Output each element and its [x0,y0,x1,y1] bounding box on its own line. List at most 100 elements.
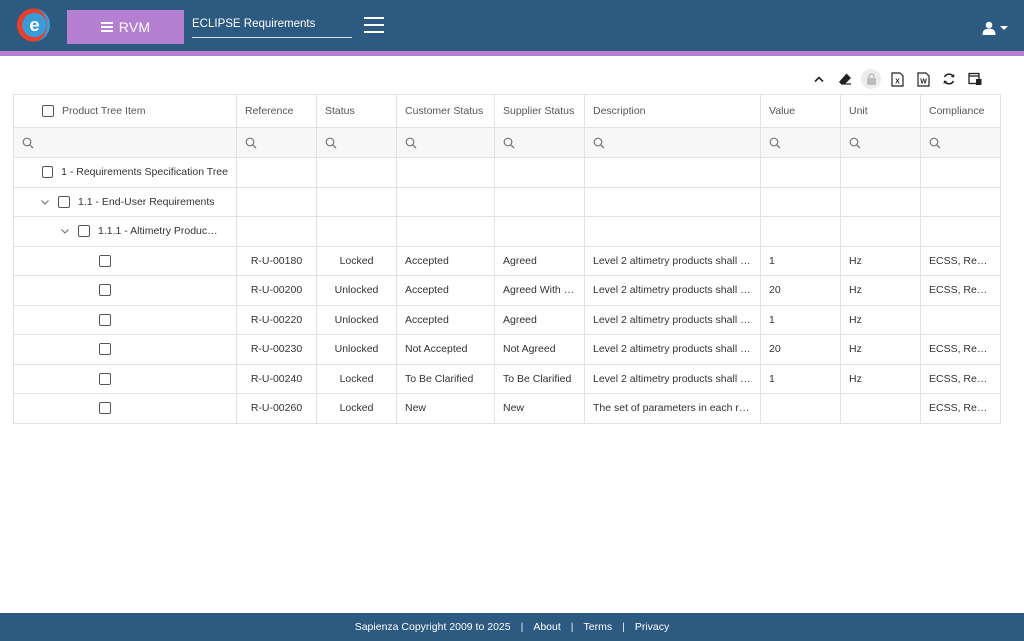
main-menu-icon[interactable] [364,17,384,33]
lock-button[interactable] [858,68,884,90]
requirements-grid: Product Tree Item Reference Status Custo… [13,94,1001,424]
value-cell: 20 [760,275,841,306]
clear-filters-button[interactable] [832,68,858,90]
eclipse-logo-icon[interactable]: e [14,8,53,42]
app-header: e RVM ECLIPSE Requirements [0,0,1024,51]
table-row[interactable]: R-U-00200UnlockedAcceptedAgreed With Com… [13,275,1001,306]
terms-link[interactable]: Terms [584,621,613,633]
tree-node-label: 1 - Requirements Specification Tree [61,166,228,179]
hamburger-icon [100,22,113,32]
export-word-button[interactable]: W [910,68,936,90]
user-menu[interactable] [982,19,1014,37]
customer-status-cell: Accepted [396,275,495,306]
search-icon [245,137,257,149]
rvm-menu-label: RVM [118,19,151,35]
customer-status-cell: Accepted [396,304,495,335]
column-header-reference[interactable]: Reference [236,94,317,128]
export-excel-button[interactable]: X [884,68,910,90]
column-header-description[interactable]: Description [584,94,761,128]
table-row[interactable]: R-U-00230 Unlocked Not Accepted Not Agreed L… [13,334,1001,365]
header-accent-stripe [0,51,1024,56]
search-icon [405,137,417,149]
tree-node-label: 1.1.1 - Altimetry Product Requirements [98,225,220,238]
supplier-status-cell: Agreed [494,304,585,335]
row-checkbox[interactable] [99,313,111,326]
refresh-button[interactable] [936,68,962,90]
row-checkbox[interactable] [58,195,70,208]
column-chooser-button[interactable] [962,68,988,90]
row-checkbox[interactable] [99,343,111,356]
supplier-status-cell: Agreed [494,245,585,276]
project-title-field[interactable]: ECLIPSE Requirements [192,16,352,38]
customer-status-cell: Not Accepted [396,334,495,365]
unit-cell: Hz [840,363,921,394]
about-link[interactable]: About [533,621,560,633]
compliance-cell: ECSS, ReqIF [920,334,1001,365]
row-checkbox[interactable] [99,372,111,385]
tree-cell: 1.1.1 - Altimetry Product Requirements [13,216,237,247]
tree-cell [13,393,237,424]
status-cell: Unlocked [316,334,397,365]
row-checkbox[interactable] [99,402,111,415]
tree-cell [13,304,237,335]
filter-cell-status[interactable] [316,127,397,158]
collapse-button[interactable] [806,68,832,90]
compliance-cell: ECSS, ReqIF [920,245,1001,276]
filter-cell-supplier-status[interactable] [494,127,585,158]
reference-cell: R-U-00240 [236,363,317,394]
filter-cell-product-tree-item[interactable] [13,127,237,158]
chevron-down-icon[interactable] [40,197,50,207]
table-row[interactable]: R-U-00260 Locked New New The set of paramete… [13,393,1001,424]
value-cell: 20 [760,334,841,365]
search-icon [593,137,605,149]
tree-row-level-1[interactable]: 1 - Requirements Specification Tree [13,157,1001,188]
table-row[interactable]: R-U-00240 Locked To Be Clarified To Be Clar… [13,363,1001,394]
caret-down-icon [1000,26,1008,30]
filter-cell-customer-status[interactable] [396,127,495,158]
tree-cell [13,363,237,394]
filter-cell-unit[interactable] [840,127,921,158]
table-row[interactable]: R-U-00180 Locked Accepted Agreed Level 2 alt… [13,245,1001,276]
row-checkbox[interactable] [99,254,111,267]
column-header-product-tree-item[interactable]: Product Tree Item [13,94,237,128]
row-checkbox[interactable] [42,166,54,179]
compliance-cell: ECSS, ReqIF [920,275,1001,306]
column-header-value[interactable]: Value [760,94,841,128]
grid-toolbar: X W [806,68,988,90]
excel-export-icon: X [890,71,904,87]
description-cell: Level 2 altimetry products shall be gene… [584,245,761,276]
grid-header-row: Product Tree Item Reference Status Custo… [13,94,1001,128]
footer-separator: | [622,621,625,633]
compliance-cell [920,304,1001,335]
column-header-customer-status[interactable]: Customer Status [396,94,495,128]
tree-cell [13,275,237,306]
search-icon [929,137,941,149]
row-checkbox[interactable] [78,225,90,238]
select-all-checkbox[interactable] [42,105,54,117]
row-checkbox[interactable] [99,284,111,297]
privacy-link[interactable]: Privacy [635,621,669,633]
tree-row-level-2[interactable]: 1.1 - End-User Requirements [13,186,1001,217]
unit-cell: Hz [840,275,921,306]
filter-cell-reference[interactable] [236,127,317,158]
tree-cell [13,334,237,365]
table-row[interactable]: R-U-00220 Unlocked Accepted Agreed Level 2 a… [13,304,1001,335]
column-header-label: Product Tree Item [62,105,146,117]
search-icon [22,137,34,149]
filter-cell-compliance[interactable] [920,127,1001,158]
column-header-supplier-status[interactable]: Supplier Status [494,94,585,128]
chevron-down-icon[interactable] [60,226,70,236]
column-header-status[interactable]: Status [316,94,397,128]
tree-row-level-3[interactable]: 1.1.1 - Altimetry Product Requirements [13,216,1001,247]
filter-cell-description[interactable] [584,127,761,158]
rvm-menu-button[interactable]: RVM [67,10,184,44]
filter-cell-value[interactable] [760,127,841,158]
refresh-icon [943,73,955,85]
supplier-status-cell: Not Agreed [494,334,585,365]
reference-cell: R-U-00200 [236,275,317,306]
eraser-icon [839,73,851,85]
column-header-unit[interactable]: Unit [840,94,921,128]
column-header-compliance[interactable]: Compliance [920,94,1001,128]
customer-status-cell: Accepted [396,245,495,276]
footer-separator: | [570,621,574,633]
